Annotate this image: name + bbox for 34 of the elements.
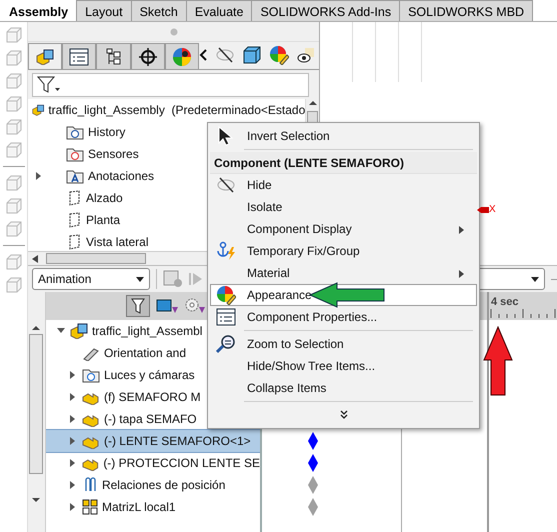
tree-item[interactable]: Orientation and — [104, 344, 186, 362]
menu-item[interactable]: Invert Selection — [210, 125, 477, 147]
tree-item[interactable]: Relaciones de posición — [102, 476, 226, 494]
time-label: 4 sec — [491, 295, 519, 310]
menu-item[interactable]: Material — [210, 262, 477, 284]
tree-item[interactable]: History — [88, 123, 126, 141]
ribbon-tab[interactable]: Layout — [76, 0, 132, 21]
tree-item[interactable]: Sensores — [88, 145, 139, 163]
tree-item[interactable]: (f) SEMAFORO M — [104, 388, 201, 406]
ribbon-tab[interactable]: SOLIDWORKS Add-Ins — [251, 0, 400, 21]
menu-item[interactable]: Isolate — [210, 196, 477, 218]
ribbon-tab[interactable]: Sketch — [130, 0, 187, 21]
tree-item[interactable]: traffic_light_Assembly (Predeterminado<Estado — [48, 101, 306, 119]
ribbon-tab[interactable]: Evaluate — [186, 0, 252, 21]
tree-item[interactable]: Vista lateral — [86, 233, 148, 251]
tree-item[interactable]: (-) tapa SEMAFO — [104, 410, 197, 428]
tree-item[interactable]: Alzado — [86, 189, 123, 207]
axis-label: X — [489, 203, 496, 217]
ribbon-tab[interactable]: SOLIDWORKS MBD — [399, 0, 534, 21]
tree-item[interactable]: (-) PROTECCION LENTE SE — [103, 454, 260, 472]
menu-item[interactable]: Component Properties... — [210, 306, 477, 328]
menu-item[interactable]: Hide/Show Tree Items... — [210, 355, 477, 377]
study-type-dropdown[interactable]: Animation — [32, 268, 150, 290]
menu-heading: Component (LENTE SEMAFORO) — [210, 152, 477, 174]
tree-item[interactable]: MatrizL local1 — [102, 498, 176, 516]
menu-item[interactable]: Temporary Fix/Group — [210, 240, 477, 262]
tree-item[interactable]: Anotaciones — [88, 167, 154, 185]
tree-item[interactable]: Planta — [86, 211, 120, 229]
menu-item[interactable]: Hide — [210, 174, 477, 196]
menu-item[interactable]: Zoom to Selection — [210, 333, 477, 355]
tree-item[interactable]: traffic_light_Assembl — [92, 322, 202, 340]
menu-item[interactable]: Component Display — [210, 218, 477, 240]
tree-item[interactable]: Luces y cámaras — [104, 366, 195, 384]
menu-item[interactable]: Collapse Items — [210, 377, 477, 399]
